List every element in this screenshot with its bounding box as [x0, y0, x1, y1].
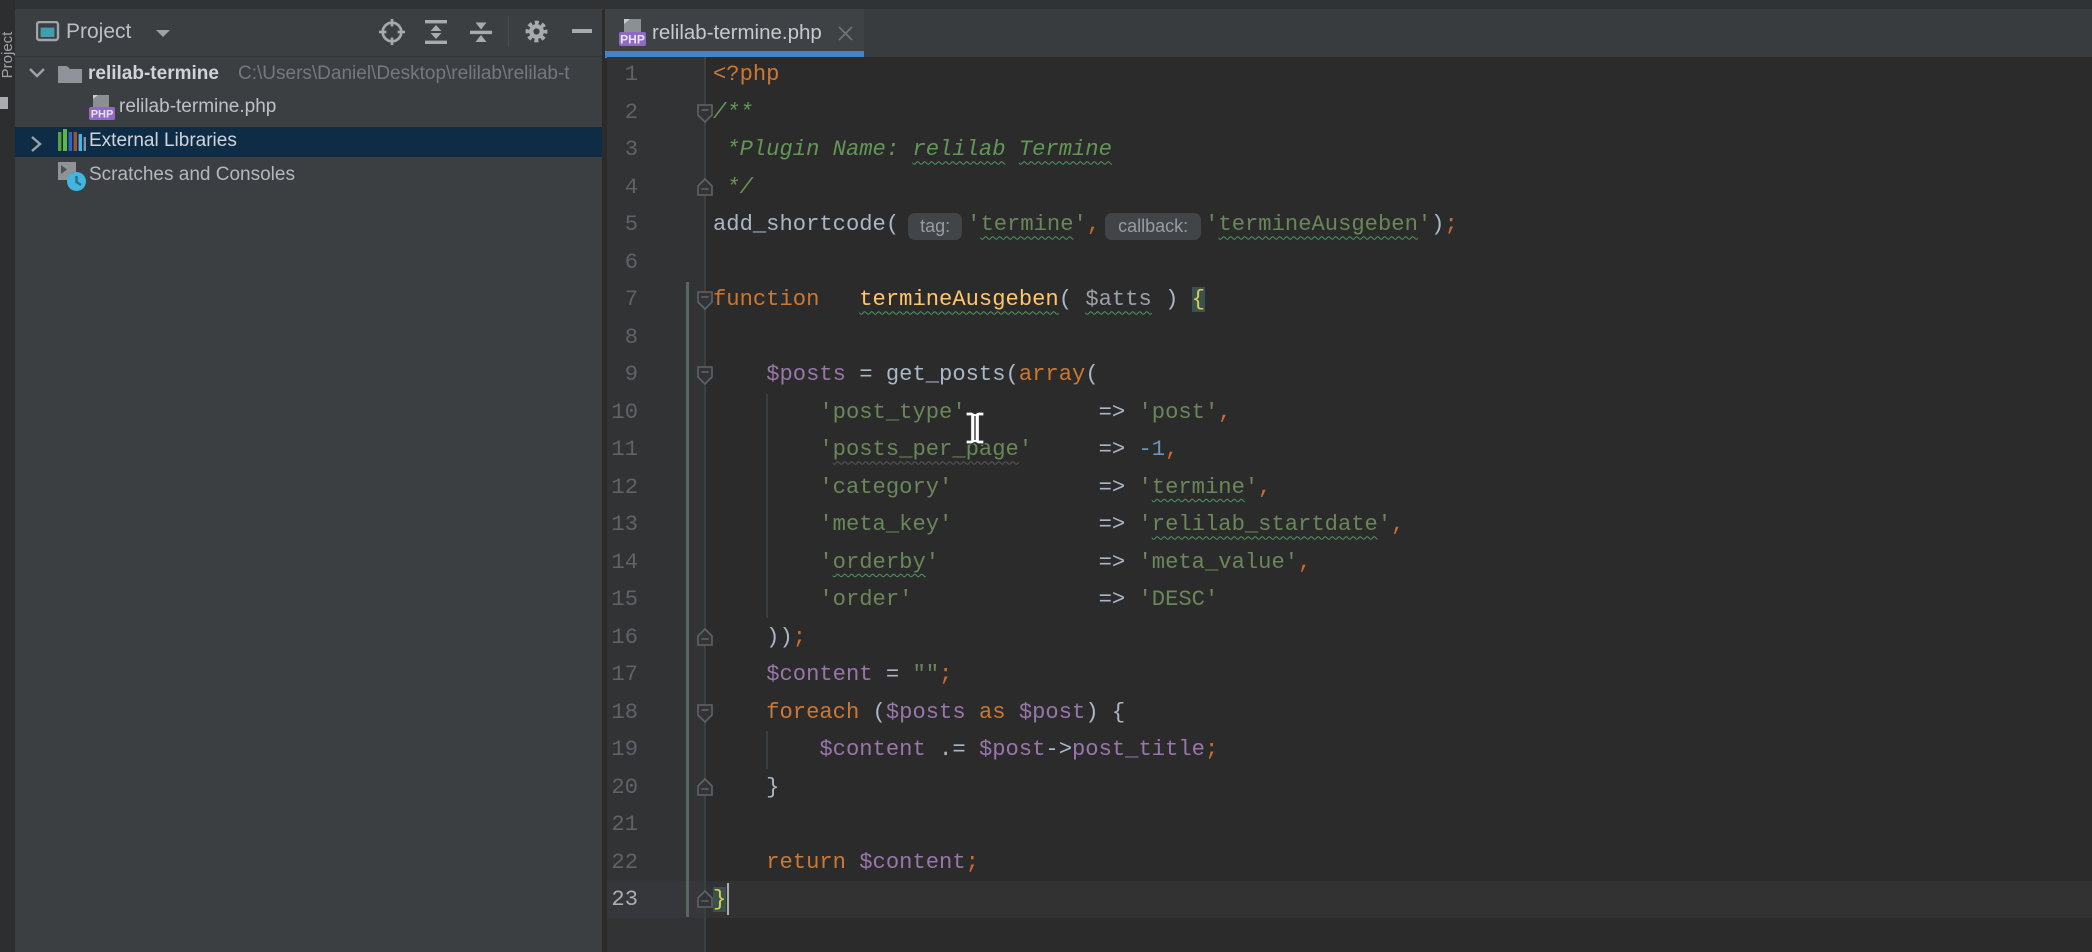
svg-text:PHP: PHP: [620, 33, 645, 47]
svg-text:PHP: PHP: [91, 109, 114, 121]
